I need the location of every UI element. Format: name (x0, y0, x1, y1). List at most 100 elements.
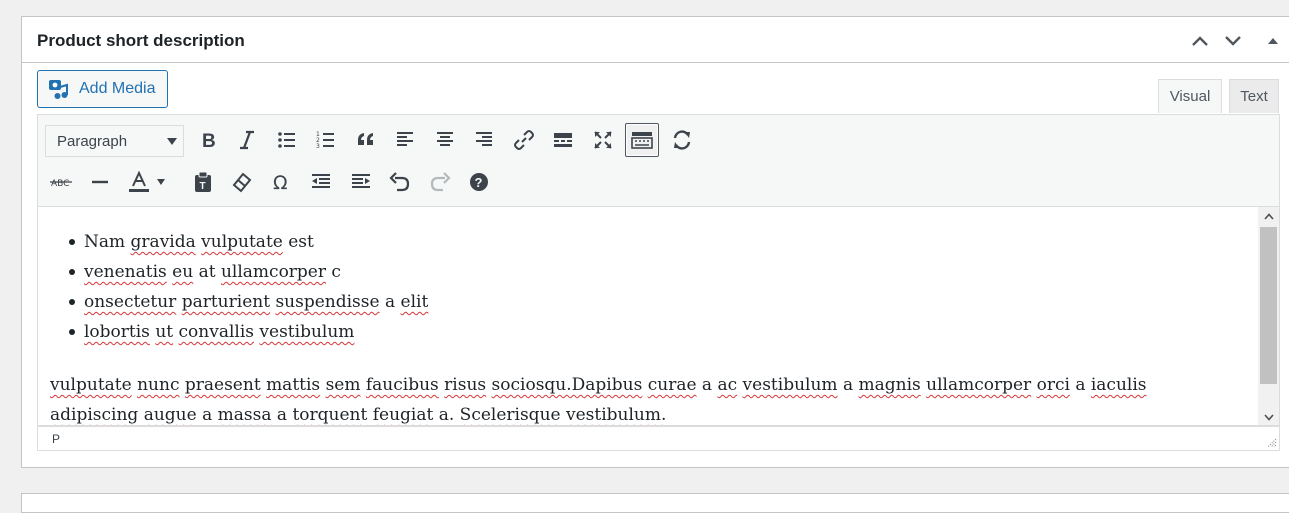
word: parturient (181, 292, 271, 312)
scroll-up-button[interactable] (1258, 207, 1279, 225)
editor-scrollbar[interactable] (1258, 207, 1279, 425)
special-character-button[interactable]: Ω (265, 165, 299, 199)
fullscreen-icon (594, 131, 612, 149)
help-icon: ? (470, 173, 488, 191)
toolbar-toggle-button[interactable] (625, 123, 659, 157)
keyboard-shortcuts-button[interactable]: ? (462, 165, 496, 199)
word: sociosqu.Dapibus (491, 375, 643, 395)
scroll-thumb[interactable] (1260, 227, 1277, 384)
align-left-button[interactable] (388, 123, 422, 157)
align-left-icon (397, 132, 413, 146)
read-more-button[interactable] (546, 123, 580, 157)
word: magnis (858, 375, 921, 395)
product-short-description-metabox: Product short description Add Media Visu… (21, 16, 1289, 468)
word: mattis (266, 375, 321, 395)
insert-link-button[interactable] (507, 123, 541, 157)
horizontal-line-icon (92, 180, 108, 184)
toolbar-row-2: ABC T Ω ? (38, 162, 1279, 202)
metabox-title: Product short description (37, 31, 245, 50)
move-up-button[interactable] (1187, 28, 1213, 54)
word: a. (438, 405, 455, 425)
word: a (1075, 375, 1086, 395)
format-select[interactable]: Paragraph (45, 125, 184, 157)
word: lobortis (84, 322, 150, 342)
word: curae (647, 375, 697, 395)
text-color-dropdown[interactable] (151, 165, 171, 199)
italic-button[interactable] (230, 123, 264, 157)
media-icon (49, 80, 68, 99)
word: risus (444, 375, 487, 395)
sync-button[interactable] (665, 123, 699, 157)
redo-button[interactable] (423, 165, 457, 199)
toggle-panel-button[interactable] (1260, 28, 1286, 54)
word: ullamcorper (926, 375, 1032, 395)
indent-icon (352, 174, 370, 188)
clear-formatting-button[interactable] (225, 165, 259, 199)
word: est (288, 232, 314, 252)
fullscreen-button[interactable] (586, 123, 620, 157)
word: elit (400, 292, 429, 312)
scroll-down-button[interactable] (1258, 408, 1279, 425)
redo-icon (430, 172, 451, 192)
omega-icon: Ω (273, 172, 288, 192)
text-color-icon (129, 171, 149, 192)
svg-text:B: B (202, 131, 216, 150)
list-item: onsectetur parturient suspendisse a elit (68, 289, 428, 319)
chevron-up-icon (1192, 36, 1208, 46)
word: ullamcorper (220, 262, 326, 282)
word: faucibus (365, 375, 439, 395)
resize-handle-icon[interactable] (1267, 438, 1277, 448)
clipboard-icon: T (195, 171, 211, 192)
svg-text:T: T (200, 181, 206, 192)
indent-button[interactable] (344, 165, 378, 199)
word: ut (155, 322, 174, 342)
align-right-button[interactable] (467, 123, 501, 157)
paragraph-line-2: adipiscing augue a massa a torquent feug… (50, 405, 666, 425)
bulleted-list-button[interactable] (270, 123, 304, 157)
element-path[interactable]: P (52, 432, 60, 446)
word: Scelerisque (459, 405, 561, 425)
word: onsectetur (84, 292, 177, 312)
format-select-value: Paragraph (57, 132, 128, 150)
tab-text[interactable]: Text (1229, 79, 1279, 113)
italic-icon (240, 130, 254, 150)
paragraph-line-1: vulputate nunc praesent mattis sem fauci… (50, 375, 1147, 395)
sync-icon (673, 130, 691, 150)
word: gravida (130, 232, 196, 252)
horizontal-line-button[interactable] (83, 165, 117, 199)
word: vestibulum (259, 322, 355, 342)
word: a (276, 405, 288, 425)
strikethrough-button[interactable]: ABC (44, 165, 78, 199)
word: eu (172, 262, 194, 282)
move-down-button[interactable] (1220, 28, 1246, 54)
outdent-button[interactable] (304, 165, 338, 199)
align-center-button[interactable] (428, 123, 462, 157)
editor-content-area[interactable]: Nam gravida vulputate est venenatis eu a… (37, 207, 1280, 426)
editor-toolbar: Paragraph B 123 ABC T Ω ? (37, 114, 1280, 207)
list-item-text: venenatis eu at ullamcorper c (84, 262, 341, 282)
chevron-down-icon (1225, 36, 1241, 46)
svg-text:ABC: ABC (51, 179, 69, 189)
word: a (842, 375, 854, 395)
undo-icon (389, 172, 410, 192)
scroll-up-icon (1263, 212, 1274, 220)
numbered-list-button[interactable]: 123 (309, 123, 343, 157)
editor-statusbar: P (37, 426, 1280, 451)
paste-as-text-button[interactable]: T (186, 165, 220, 199)
word: c (331, 262, 341, 282)
align-center-icon (437, 132, 453, 146)
numbered-list-icon: 123 (316, 131, 334, 150)
dropdown-caret-icon (167, 138, 177, 145)
eraser-icon (232, 172, 252, 193)
word: vulputate (201, 232, 283, 252)
list-item-text: onsectetur parturient suspendisse a elit (84, 292, 428, 312)
add-media-button[interactable]: Add Media (37, 70, 168, 108)
undo-button[interactable] (383, 165, 417, 199)
word: convallis (178, 322, 254, 342)
outdent-icon (312, 174, 330, 188)
bold-button[interactable]: B (191, 123, 225, 157)
blockquote-button[interactable] (349, 123, 383, 157)
list-item: lobortis ut convallis vestibulum (68, 319, 428, 349)
toolbar-row-1: Paragraph B 123 (38, 120, 1279, 160)
tab-visual[interactable]: Visual (1158, 79, 1222, 113)
